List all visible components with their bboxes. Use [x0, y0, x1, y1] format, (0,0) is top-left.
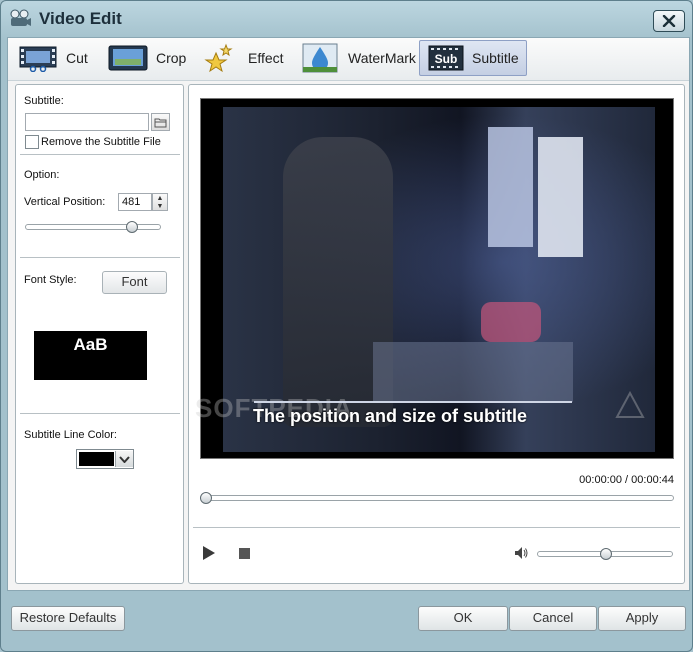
dialog-body: Cut Crop Effect WaterMark Sub Subtitle S…: [7, 37, 690, 591]
chevron-down-icon: [119, 455, 130, 463]
spin-down-icon[interactable]: ▼: [153, 202, 167, 210]
tab-label: Subtitle: [472, 50, 519, 66]
remove-subtitle-label: Remove the Subtitle File: [41, 136, 161, 148]
tab-label: WaterMark: [348, 50, 416, 66]
divider: [20, 413, 180, 414]
seek-bar[interactable]: [200, 495, 674, 501]
close-icon: [662, 15, 676, 27]
time-separator: /: [625, 474, 629, 486]
play-icon: [203, 546, 215, 560]
divider: [193, 527, 680, 528]
video-frame: SOFTPEDIA The position and size of subti…: [195, 107, 655, 452]
apply-button[interactable]: Apply: [598, 606, 686, 631]
subtitle-label: Subtitle:: [24, 95, 64, 107]
stop-button[interactable]: [237, 546, 251, 560]
subtitle-icon: Sub: [428, 44, 464, 72]
effect-stars-icon: [200, 43, 240, 73]
tab-bar: Cut Crop Effect WaterMark Sub Subtitle: [8, 38, 689, 81]
divider: [20, 154, 180, 155]
remove-subtitle-checkbox[interactable]: [25, 135, 39, 149]
dropdown-arrow[interactable]: [115, 451, 133, 467]
subtitle-position-line[interactable]: [254, 401, 572, 403]
subtitle-settings-panel: Subtitle: Remove the Subtitle File Optio…: [15, 84, 184, 584]
title-bar: Video Edit: [1, 1, 692, 37]
crop-icon: [108, 44, 148, 72]
frame-shirt: [538, 137, 583, 257]
window-title: Video Edit: [39, 9, 122, 28]
total-time: 00:00:44: [631, 474, 674, 486]
volume-slider-thumb[interactable]: [600, 548, 612, 560]
video-edit-window: Video Edit Cut Crop Effect WaterMark Sub…: [0, 0, 693, 652]
stop-icon: [238, 547, 250, 559]
close-button[interactable]: [653, 10, 685, 32]
option-label: Option:: [24, 169, 60, 181]
vertical-position-slider[interactable]: [25, 224, 161, 230]
tab-watermark[interactable]: WaterMark: [300, 40, 416, 76]
divider: [20, 257, 180, 258]
vertical-position-stepper[interactable]: ▲ ▼: [152, 193, 168, 211]
play-button[interactable]: [200, 544, 218, 562]
browse-button[interactable]: [151, 113, 170, 131]
ok-button[interactable]: OK: [418, 606, 508, 631]
vertical-position-label: Vertical Position:: [24, 196, 106, 208]
tab-label: Cut: [66, 50, 88, 66]
preview-panel: SOFTPEDIA The position and size of subti…: [188, 84, 685, 584]
font-style-label: Font Style:: [24, 274, 77, 286]
tab-subtitle[interactable]: Sub Subtitle: [419, 40, 527, 76]
tab-crop[interactable]: Crop: [108, 40, 186, 76]
seek-thumb[interactable]: [200, 492, 212, 504]
color-swatch: [79, 452, 114, 466]
speaker-icon: [515, 547, 528, 559]
app-icon: [9, 9, 31, 27]
frame-object: [481, 302, 541, 342]
folder-icon: [154, 118, 167, 127]
tab-label: Effect: [248, 50, 284, 66]
vertical-position-slider-thumb[interactable]: [125, 221, 138, 233]
subtitle-icon-text: Sub: [435, 52, 458, 66]
font-button[interactable]: Font: [102, 271, 167, 294]
film-cut-icon: [18, 44, 58, 72]
font-preview: AaB: [34, 331, 147, 380]
current-time: 00:00:00: [579, 474, 622, 486]
tab-cut[interactable]: Cut: [18, 40, 88, 76]
cancel-button[interactable]: Cancel: [509, 606, 597, 631]
vertical-position-input[interactable]: 481: [118, 193, 152, 211]
volume-button[interactable]: [513, 545, 529, 561]
tab-effect[interactable]: Effect: [200, 40, 284, 76]
subtitle-line-color-label: Subtitle Line Color:: [24, 429, 117, 441]
subtitle-file-input[interactable]: [25, 113, 149, 131]
time-display: 00:00:00 / 00:00:44: [579, 474, 674, 486]
frame-shirt: [488, 127, 533, 247]
spin-up-icon[interactable]: ▲: [153, 194, 167, 202]
tab-label: Crop: [156, 50, 187, 66]
watermark-drop-icon: [300, 43, 340, 73]
channel-logo-icon: [615, 391, 645, 418]
video-preview: SOFTPEDIA The position and size of subti…: [195, 98, 674, 459]
restore-defaults-button[interactable]: Restore Defaults: [11, 606, 125, 631]
subtitle-preview-text: The position and size of subtitle: [253, 406, 528, 426]
subtitle-line-color-select[interactable]: [76, 449, 134, 469]
